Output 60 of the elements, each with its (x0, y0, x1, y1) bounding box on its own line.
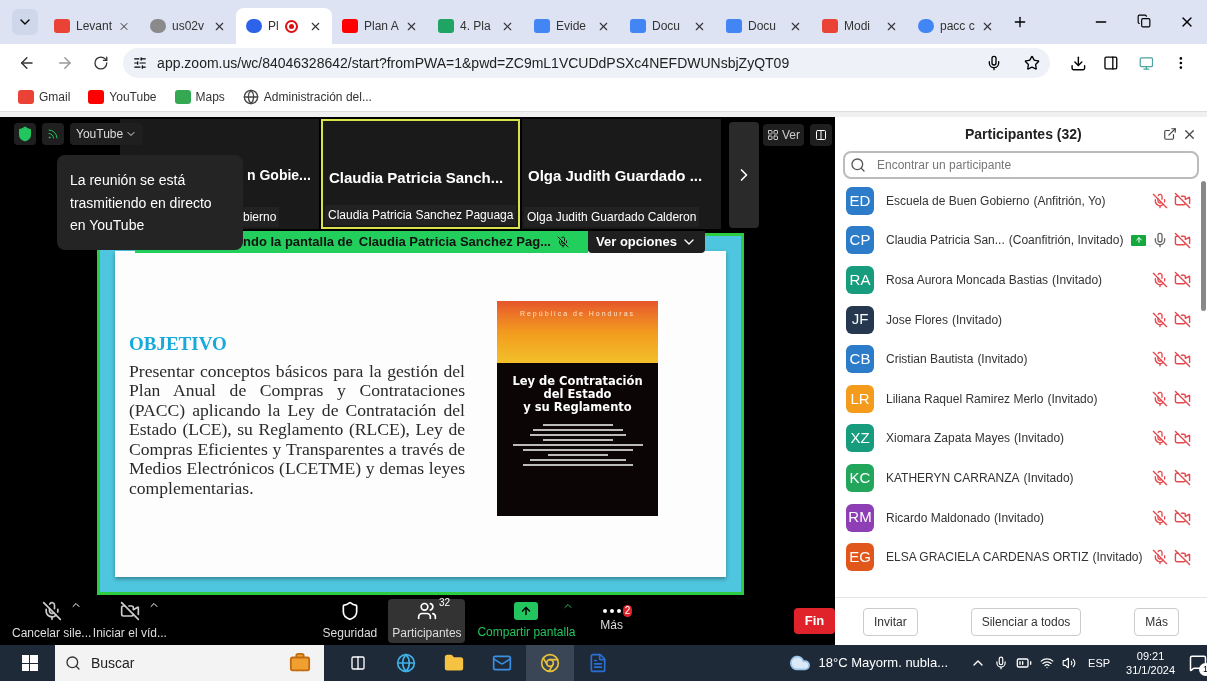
avatar: CP (846, 226, 874, 255)
name-label: Claudia Patricia Sanchez Paguaga (325, 205, 517, 225)
participant-name: Claudia Patricia Sanch... (329, 168, 504, 188)
tab-title: Modi (844, 18, 870, 35)
tab-title: Plan A (364, 18, 399, 35)
notification-count: 1 (1199, 663, 1207, 676)
avatar: RA (846, 266, 874, 294)
participant-role: (Invitado) (1047, 390, 1098, 408)
participant-role: (Invitado) (1014, 430, 1065, 448)
avatar: LR (846, 384, 874, 413)
participant-name: Olga Judith Guardado ... (528, 166, 703, 186)
search-placeholder: Buscar (90, 653, 135, 673)
avatar: ED (846, 186, 874, 215)
slide-heading: OBJETIVO (129, 332, 228, 356)
participant-name: Liliana Raquel Ramirez Merlo (886, 390, 1044, 408)
participant-role: (Anfitrión, Yo) (1033, 192, 1106, 210)
participant-name: Jose Flores (886, 311, 949, 329)
tab-title: Evide (556, 18, 587, 35)
name-label: Olga Judith Guardado Calderon (524, 207, 700, 227)
avatar: XZ (846, 424, 874, 453)
participant-role: (Invitado) (994, 509, 1045, 527)
avatar: JF (846, 305, 874, 334)
count-label: 32 (437, 596, 452, 609)
participant-name: Claudia Patricia San... (886, 232, 1005, 250)
tab-title: Docu (652, 18, 680, 35)
tooltip: La reunión se está trasmitiendo en directo en YouTube (57, 155, 243, 250)
avatar: EG (846, 543, 874, 572)
slide-paragraph: Presentar conceptos básicos para la gestión del Plan Anual de Compras y Contrataciones (PACC) aplicando la Ley de Contratación del Estado (LCE), su Reglamento (RLCE), Ley de Compras Eficientes y Transparentes a través de Medios Electrónicos (LCETME) y demas leyes complementarias. (129, 361, 465, 498)
sharer-name: Claudia Patricia Sanchez Pag... (358, 233, 551, 252)
avatar: CB (846, 345, 874, 374)
tab-title: 4. Pla (460, 18, 491, 35)
tab-title: pacc c (940, 18, 975, 35)
cover-title: Ley de Contratación (512, 374, 643, 388)
participant-role: (Invitado) (952, 311, 1003, 329)
participant-role: (Invitado) (1092, 549, 1143, 567)
count-label: 2 (622, 604, 633, 617)
participant-name: n Gobie... (247, 166, 311, 185)
panel-title: Participantes (32) (965, 124, 1082, 144)
participant-name: Escuela de Buen Gobierno (886, 192, 1030, 210)
tab-title: us02v (172, 18, 205, 35)
cover-title: y su Reglamento (523, 400, 632, 414)
cover-title: del Estado (543, 387, 612, 401)
banner-text: ndo la pantalla de (243, 233, 353, 252)
tab-title: Levant (76, 18, 113, 35)
participant-name: Cristian Bautista (886, 351, 974, 369)
participant-name: KATHERYN CARRANZA (886, 469, 1020, 487)
participant-role: (Invitado) (977, 351, 1028, 369)
participant-name: ELSA GRACIELA CARDENAS ORTIZ (886, 549, 1089, 567)
participant-role: (Invitado) (1023, 469, 1074, 487)
participant-name: Ricardo Maldonado (886, 509, 991, 527)
avatar: KC (846, 463, 874, 492)
name-label: bierno (240, 207, 280, 227)
url-text: app.zoom.us/wc/84046328642/start?fromPWA=1&pwd=ZC9mL1VCUDdPSXc4NEFDWUNsbjZyQT09 (157, 53, 790, 73)
participant-name: Rosa Aurora Moncada Bastias (886, 272, 1049, 289)
avatar: RM (846, 503, 874, 532)
participant-role: (Invitado) (1052, 272, 1103, 289)
participant-role: (Coanfitrión, Invitado) (1008, 232, 1124, 250)
tab-title: Docu (748, 18, 776, 35)
participant-name: Xiomara Zapata Mayes (886, 430, 1011, 448)
tab-title: Pl (268, 18, 279, 35)
